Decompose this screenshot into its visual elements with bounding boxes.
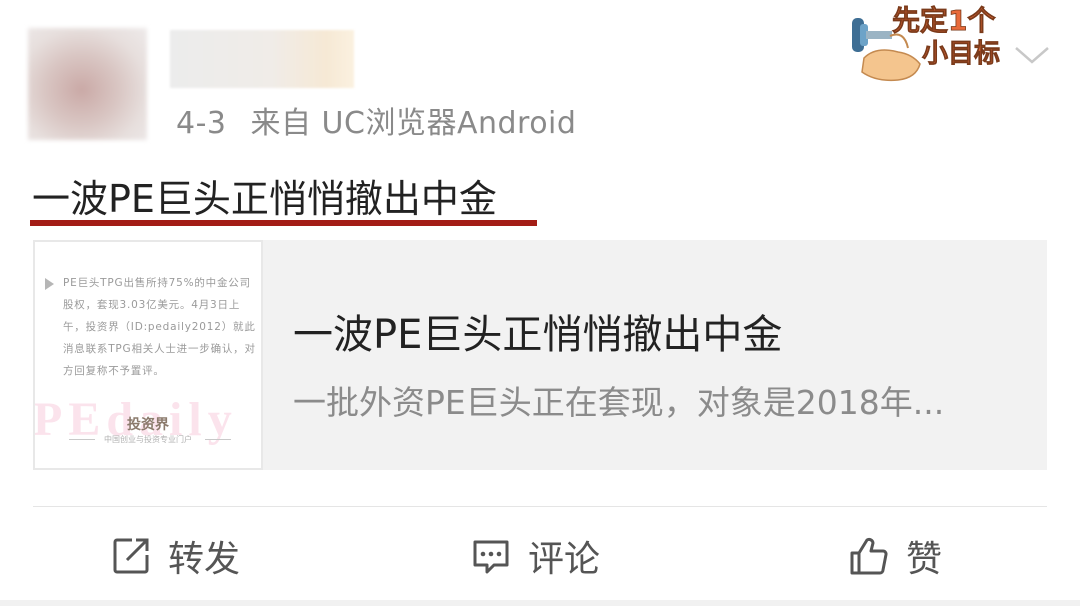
- post-source: 来自 UC浏览器Android: [250, 106, 577, 141]
- thumbnail-text: PE巨头TPG出售所持75%的中金公司股权，套现3.03亿美元。4月3日上午，投…: [63, 277, 256, 377]
- thumbnail-logo: 投资界: [127, 417, 169, 433]
- like-button[interactable]: 赞: [848, 530, 942, 582]
- post-date: 4-3: [176, 106, 227, 141]
- post-meta: 4-3 来自 UC浏览器Android: [176, 98, 576, 142]
- chevron-down-icon[interactable]: [1012, 40, 1052, 70]
- like-label: 赞: [906, 539, 943, 580]
- like-icon: [850, 537, 888, 575]
- comment-label: 评论: [528, 539, 601, 580]
- avatar[interactable]: [28, 28, 147, 140]
- post-title[interactable]: 一波PE巨头正悄悄撤出中金: [32, 168, 497, 223]
- card-description: 一批外资PE巨头正在套现，对象是2018年...: [293, 383, 945, 422]
- title-underline: [30, 220, 537, 226]
- article-card[interactable]: PE巨头TPG出售所持75%的中金公司股权，套现3.03亿美元。4月3日上午，投…: [33, 240, 1047, 470]
- thumbnail-tagline: 中国创业与投资专业门户: [104, 435, 192, 444]
- badge-text-2: 小目标: [922, 39, 1000, 69]
- goal-badge-sticker: 先定1个 小目标: [852, 4, 1000, 82]
- username-blurred[interactable]: [170, 30, 354, 88]
- badge-text-1: 先定1个: [892, 4, 996, 37]
- repost-button[interactable]: 转发: [110, 530, 240, 582]
- article-thumbnail: PE巨头TPG出售所持75%的中金公司股权，套现3.03亿美元。4月3日上午，投…: [33, 240, 263, 470]
- divider: [33, 506, 1047, 507]
- bottom-separator: [0, 600, 1080, 606]
- comment-button[interactable]: 评论: [470, 530, 600, 582]
- comment-icon: [473, 540, 509, 574]
- repost-label: 转发: [168, 539, 241, 580]
- card-title: 一波PE巨头正悄悄撤出中金: [293, 312, 783, 358]
- repost-icon: [113, 538, 149, 574]
- play-icon: [45, 278, 54, 290]
